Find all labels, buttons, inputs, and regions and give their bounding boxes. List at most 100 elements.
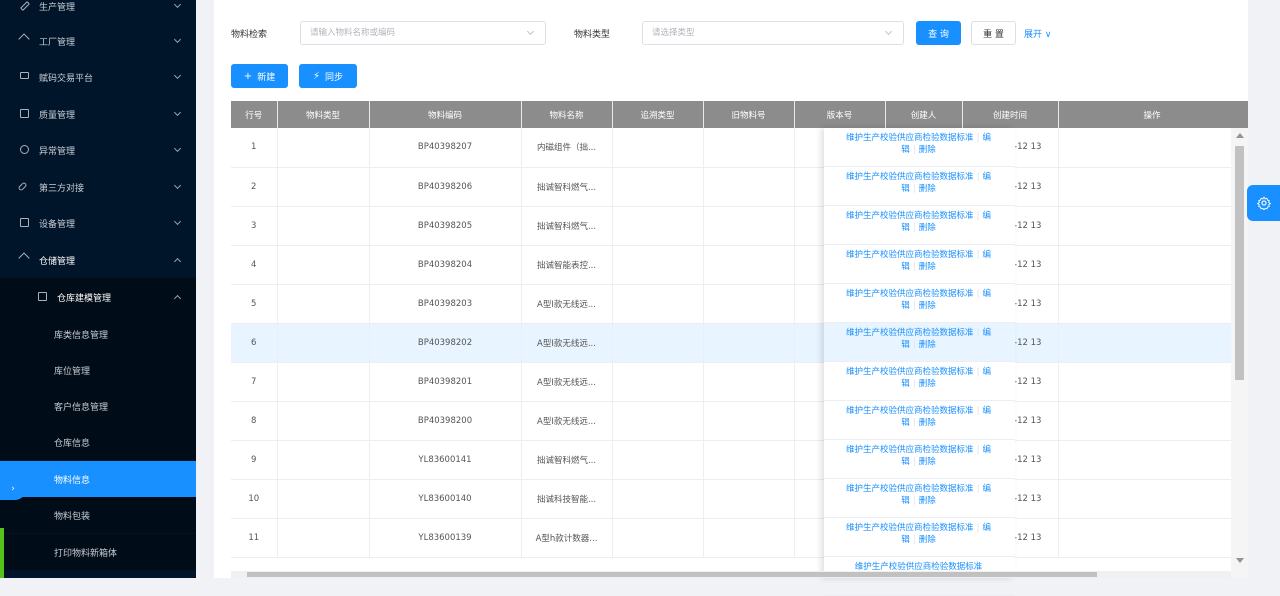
lightning-icon: ⚡ xyxy=(312,70,320,82)
menu-production[interactable]: 生产管理 xyxy=(0,0,196,24)
edit-link-cont[interactable]: 辑 xyxy=(901,184,910,194)
delete-link[interactable]: 删除 xyxy=(919,535,936,545)
query-button[interactable]: 查 询 xyxy=(916,21,961,45)
new-button[interactable]: + 新建 xyxy=(231,64,288,88)
delete-link[interactable]: 删除 xyxy=(919,496,936,506)
table-row[interactable]: 1BP40398207内磁组件（拙...*hancaiyun2024-12-12… xyxy=(231,128,1246,168)
table-row[interactable]: 10YL83600140拙诚科技智能...*hancaiyun2024-12-1… xyxy=(231,479,1246,519)
sync-button[interactable]: ⚡ 同步 xyxy=(299,64,357,88)
material-type-select[interactable]: 请选择类型 xyxy=(642,21,904,45)
sidebar-item-library-class[interactable]: 库类信息管理 xyxy=(0,316,196,352)
material-search-select[interactable]: 请输入物料名称或编码 xyxy=(300,21,546,45)
col-material-type[interactable]: 物料类型 xyxy=(277,101,370,128)
edit-link[interactable]: 编 xyxy=(982,328,991,338)
col-trace-type[interactable]: 追溯类型 xyxy=(612,101,704,128)
menu-exception[interactable]: 异常管理 xyxy=(0,132,196,168)
edit-link[interactable]: 编 xyxy=(982,250,991,260)
col-version[interactable]: 版本号 xyxy=(794,101,886,128)
menu-third-party[interactable]: 第三方对接 xyxy=(0,169,196,205)
sidebar-item-print-box[interactable]: 打印物料新箱体 xyxy=(0,534,196,570)
edit-link-cont[interactable]: 辑 xyxy=(901,535,910,545)
delete-link[interactable]: 删除 xyxy=(919,262,936,272)
table-row[interactable]: 7BP40398201A型I款无线远...*hancaiyun2024-12-1… xyxy=(231,362,1246,402)
edit-link-cont[interactable]: 辑 xyxy=(901,223,910,233)
edit-link[interactable]: 编 xyxy=(982,289,991,299)
sidebar-item-material-package[interactable]: 物料包装 xyxy=(0,497,196,533)
menu-warehouse[interactable]: 仓储管理 xyxy=(0,242,196,278)
table-row[interactable]: 6BP40398202A型I款无线远...*hancaiyun2024-12-1… xyxy=(231,323,1246,363)
sidebar-collapse-button[interactable]: › xyxy=(0,478,26,500)
maintain-link[interactable]: 维护生产校验供应商检验数据标准 xyxy=(846,133,974,143)
edit-link-cont[interactable]: 辑 xyxy=(901,340,910,350)
maintain-link[interactable]: 维护生产校验供应商检验数据标准 xyxy=(846,328,974,338)
scroll-down-icon[interactable] xyxy=(1236,558,1244,563)
col-material-code[interactable]: 物料编码 xyxy=(369,101,522,128)
edit-link-cont[interactable]: 辑 xyxy=(901,262,910,272)
table-row[interactable]: 5BP40398203A型I款无线远...*hancaiyun2024-12-1… xyxy=(231,284,1246,324)
table-row[interactable]: 11YL83600139A型h款计数器...*hancaiyun2024-12-… xyxy=(231,518,1246,558)
delete-link[interactable]: 删除 xyxy=(919,223,936,233)
col-creator[interactable]: 创建人 xyxy=(885,101,963,128)
delete-link[interactable]: 删除 xyxy=(919,301,936,311)
edit-link-cont[interactable]: 辑 xyxy=(901,379,910,389)
delete-link[interactable]: 删除 xyxy=(919,418,936,428)
edit-link[interactable]: 编 xyxy=(982,523,991,533)
delete-link[interactable]: 删除 xyxy=(919,145,936,155)
table-row[interactable]: 4BP40398204拙诚智能表控...*hancaiyun2024-12-12… xyxy=(231,245,1246,285)
edit-link-cont[interactable]: 辑 xyxy=(901,457,910,467)
maintain-link[interactable]: 维护生产校验供应商检验数据标准 xyxy=(846,250,974,260)
maintain-link[interactable]: 维护生产校验供应商检验数据标准 xyxy=(846,367,974,377)
delete-link[interactable]: 删除 xyxy=(919,457,936,467)
table-row[interactable]: 8BP40398200A型I款无线远...*hancaiyun2024-12-1… xyxy=(231,401,1246,441)
maintain-link[interactable]: 维护生产校验供应商检验数据标准 xyxy=(846,484,974,494)
edit-link-cont[interactable]: 辑 xyxy=(901,496,910,506)
submenu-warehouse-modeling[interactable]: 仓库建模管理 xyxy=(0,278,196,316)
edit-link[interactable]: 编 xyxy=(982,406,991,416)
table-vertical-scrollbar[interactable] xyxy=(1231,128,1248,578)
cell-code: YL83600139 xyxy=(369,518,522,558)
menu-quality[interactable]: 质量管理 xyxy=(0,96,196,132)
maintain-link[interactable]: 维护生产校验供应商检验数据标准 xyxy=(846,211,974,221)
sidebar-item-location[interactable]: 库位管理 xyxy=(0,352,196,388)
edit-link[interactable]: 编 xyxy=(982,133,991,143)
edit-link-cont[interactable]: 辑 xyxy=(901,301,910,311)
scroll-up-icon[interactable] xyxy=(1236,133,1244,138)
edit-link[interactable]: 编 xyxy=(982,484,991,494)
menu-equipment[interactable]: 设备管理 xyxy=(0,205,196,241)
edit-link[interactable]: 编 xyxy=(982,172,991,182)
menu-coding-trade[interactable]: 赋码交易平台 xyxy=(0,59,196,95)
menu-factory[interactable]: 工厂管理 xyxy=(0,23,196,59)
maintain-link[interactable]: 维护生产校验供应商检验数据标准 xyxy=(846,172,974,182)
maintain-link[interactable]: 维护生产校验供应商检验数据标准 xyxy=(846,406,974,416)
edit-link[interactable]: 编 xyxy=(982,211,991,221)
sidebar-item-customer[interactable]: 客户信息管理 xyxy=(0,388,196,424)
expand-link[interactable]: 展开 ∨ xyxy=(1024,27,1051,40)
maintain-link[interactable]: 维护生产校验供应商检验数据标准 xyxy=(846,523,974,533)
settings-button[interactable] xyxy=(1247,185,1280,221)
table-row[interactable]: 3BP40398205拙诚智科燃气...*hancaiyun2024-12-12… xyxy=(231,206,1246,246)
sidebar-item-material-info[interactable]: 物料信息 xyxy=(0,461,196,497)
cell-no: 10 xyxy=(231,479,278,519)
edit-link-cont[interactable]: 辑 xyxy=(901,418,910,428)
col-material-name[interactable]: 物料名称 xyxy=(521,101,613,128)
table-row[interactable]: 2BP40398206拙诚智科燃气...*hancaiyun2024-12-12… xyxy=(231,167,1246,207)
col-create-time[interactable]: 创建时间 xyxy=(962,101,1059,128)
col-old-material-no[interactable]: 旧物料号 xyxy=(703,101,795,128)
scroll-thumb[interactable] xyxy=(1235,146,1244,380)
row-actions: 维护生产校验供应商检验数据标准 | 编辑 | 删除 xyxy=(824,440,1015,479)
hscroll-thumb[interactable] xyxy=(247,572,1097,577)
plus-icon: + xyxy=(243,70,253,82)
table-row[interactable]: 9YL83600141拙诚智科燃气...*hancaiyun2024-12-12… xyxy=(231,440,1246,480)
sidebar-item-warehouse-info[interactable]: 仓库信息 xyxy=(0,424,196,460)
delete-link[interactable]: 删除 xyxy=(919,340,936,350)
col-row-no[interactable]: 行号 xyxy=(231,101,278,128)
table-horizontal-scrollbar[interactable] xyxy=(231,571,1231,578)
reset-button[interactable]: 重 置 xyxy=(971,21,1016,45)
edit-link-cont[interactable]: 辑 xyxy=(901,145,910,155)
maintain-link[interactable]: 维护生产校验供应商检验数据标准 xyxy=(846,445,974,455)
maintain-link[interactable]: 维护生产校验供应商检验数据标准 xyxy=(846,289,974,299)
edit-link[interactable]: 编 xyxy=(982,445,991,455)
edit-link[interactable]: 编 xyxy=(982,367,991,377)
delete-link[interactable]: 删除 xyxy=(919,184,936,194)
delete-link[interactable]: 删除 xyxy=(919,379,936,389)
